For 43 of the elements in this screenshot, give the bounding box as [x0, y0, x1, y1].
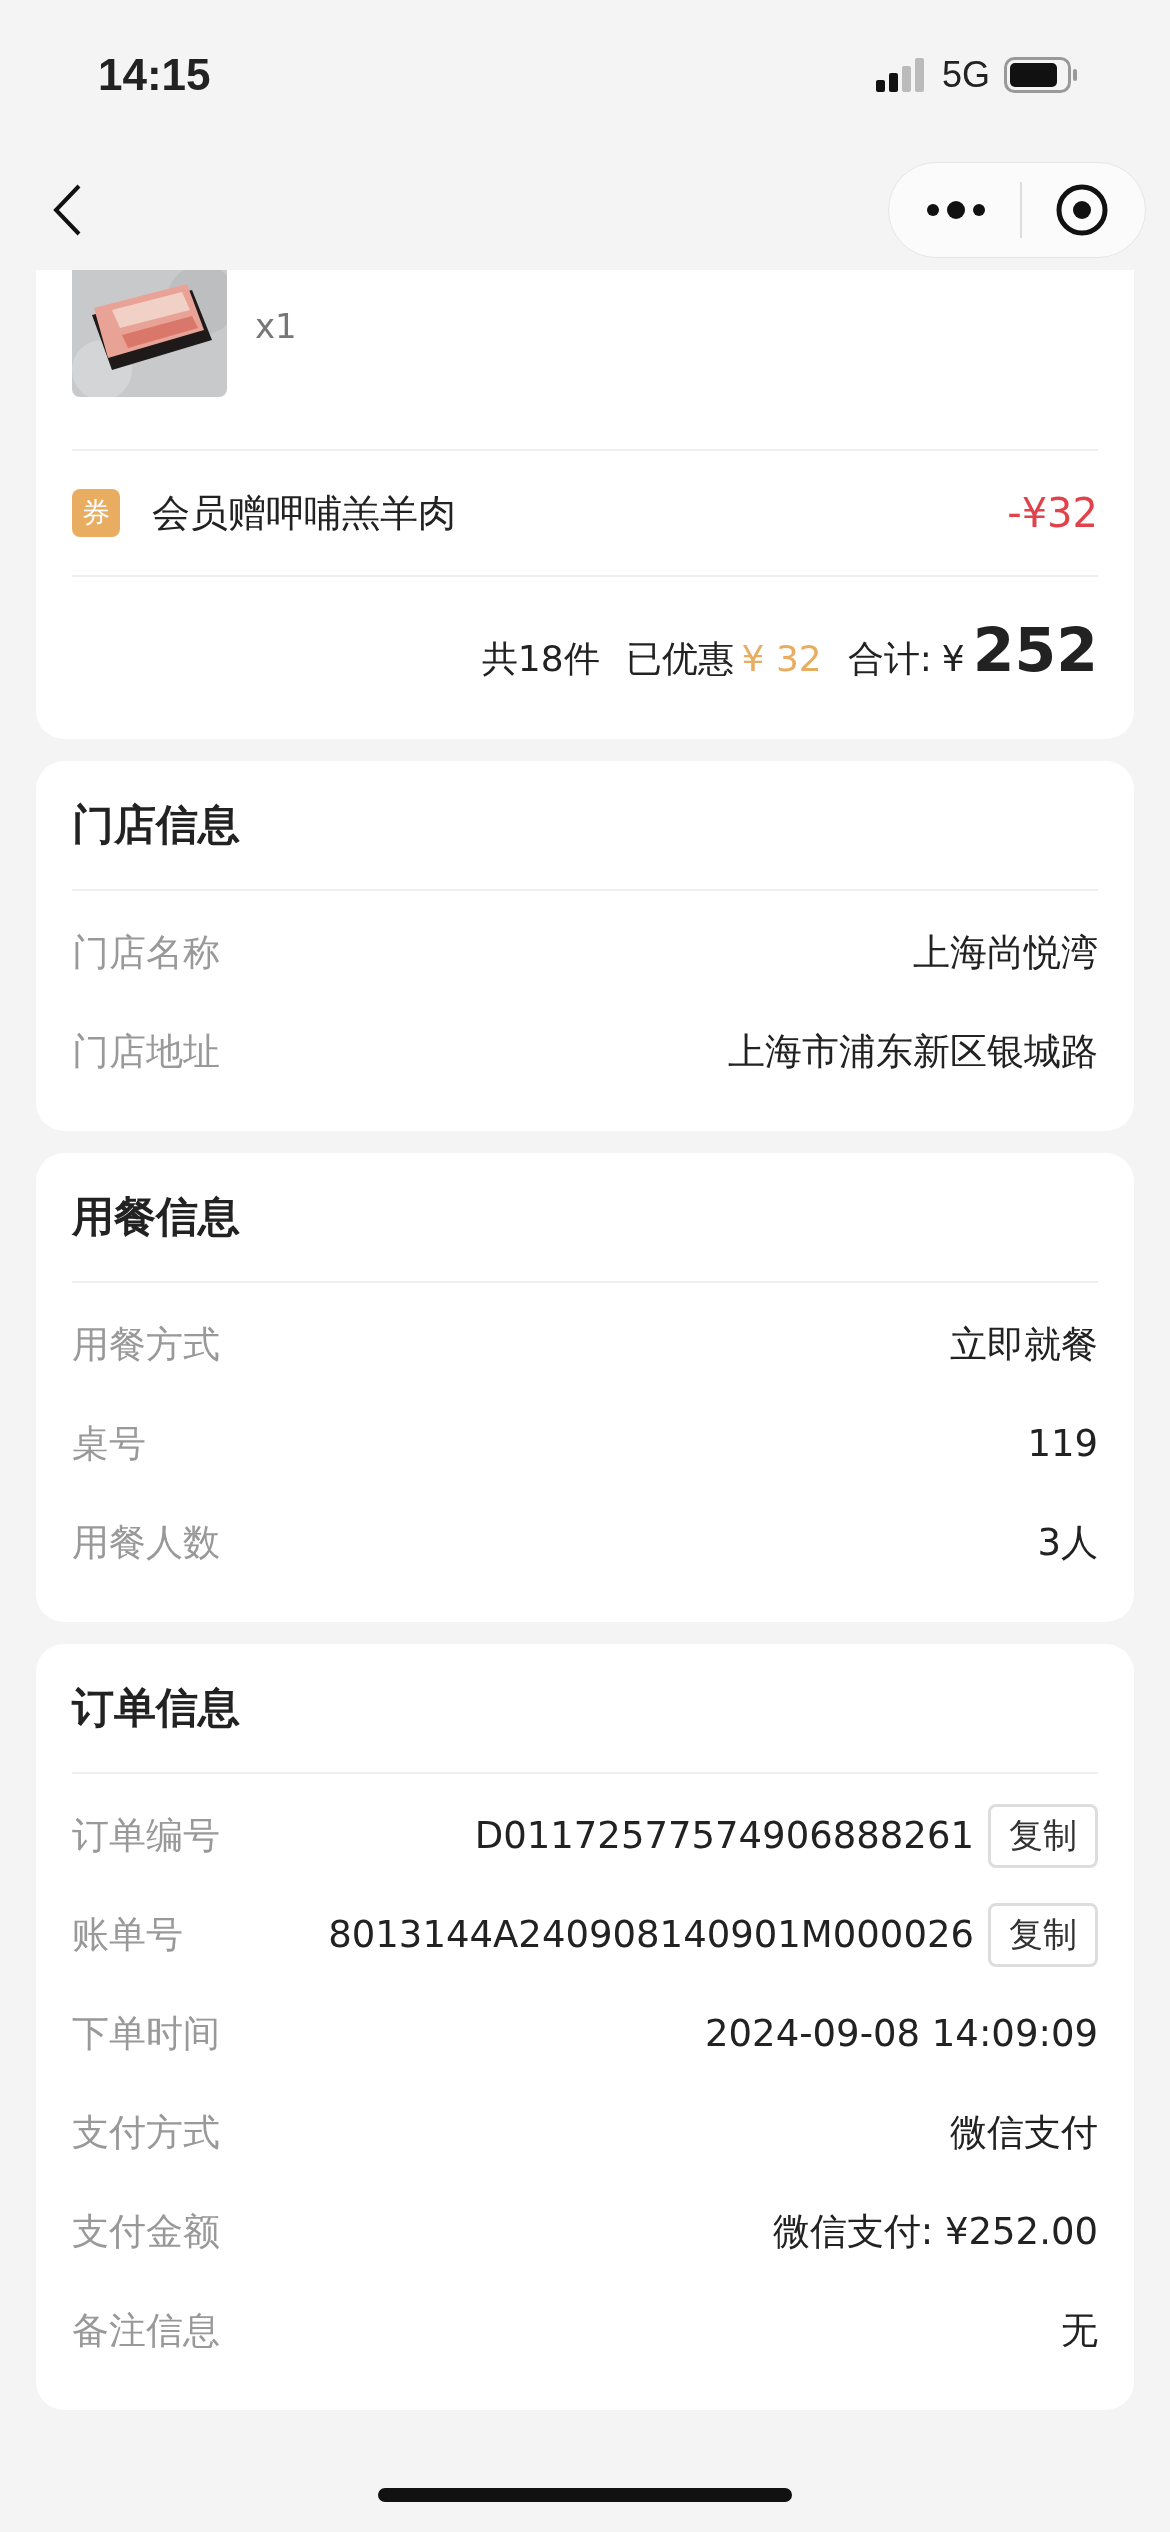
field-label: 用餐人数	[72, 1519, 220, 1566]
field-label: 桌号	[72, 1420, 146, 1467]
section-title: 用餐信息	[72, 1191, 241, 1243]
field-label: 用餐方式	[72, 1321, 220, 1368]
item-count: 共18件	[481, 637, 600, 681]
battery-icon	[1004, 57, 1078, 93]
field-label: 门店地址	[72, 1028, 220, 1075]
section-title: 订单信息	[72, 1682, 241, 1734]
field-value: 2024-09-08 14:09:09	[705, 2012, 1098, 2055]
coupon-badge: 券	[72, 489, 120, 537]
coupon-amount: -¥32	[1007, 490, 1098, 536]
field-value: 微信支付	[950, 2109, 1098, 2156]
currency-sign: ¥	[941, 638, 965, 679]
field-value: 3人	[1037, 1519, 1098, 1566]
field-label: 支付金额	[72, 2208, 220, 2255]
field-value: 119	[1027, 1422, 1098, 1465]
field-label: 账单号	[72, 1911, 183, 1958]
discount-amount: ¥ 32	[741, 638, 822, 679]
field-value: 上海尚悦湾	[913, 929, 1098, 976]
copy-button[interactable]: 复制	[988, 1902, 1098, 1967]
total-label: 合计:	[847, 637, 932, 681]
discount-label: 已优惠	[625, 637, 734, 681]
field-value: 微信支付: ¥252.00	[772, 2208, 1098, 2255]
back-icon[interactable]	[52, 183, 82, 237]
status-time: 14:15	[98, 50, 211, 100]
field-value: D01172577574906888261	[474, 1814, 974, 1857]
field-label: 下单时间	[72, 2010, 220, 2057]
field-value: 上海市浦东新区银城路	[728, 1028, 1098, 1075]
field-label: 门店名称	[72, 929, 220, 976]
section-title: 门店信息	[72, 799, 241, 851]
field-label: 订单编号	[72, 1812, 220, 1859]
quantity: x1	[255, 306, 297, 346]
copy-button[interactable]: 复制	[988, 1803, 1098, 1868]
field-value: 无	[1061, 2307, 1098, 2354]
field-value: 8013144A240908140901M000026	[328, 1913, 974, 1956]
field-label: 支付方式	[72, 2109, 220, 2156]
total-amount: 252	[972, 615, 1098, 685]
close-icon[interactable]	[1054, 183, 1109, 237]
coupon-name: 会员赠呷哺羔羊肉	[152, 489, 457, 537]
field-value: 立即就餐	[950, 1321, 1098, 1368]
network-label: 5G	[941, 54, 990, 96]
more-icon[interactable]	[925, 200, 988, 220]
field-label: 备注信息	[72, 2307, 220, 2354]
